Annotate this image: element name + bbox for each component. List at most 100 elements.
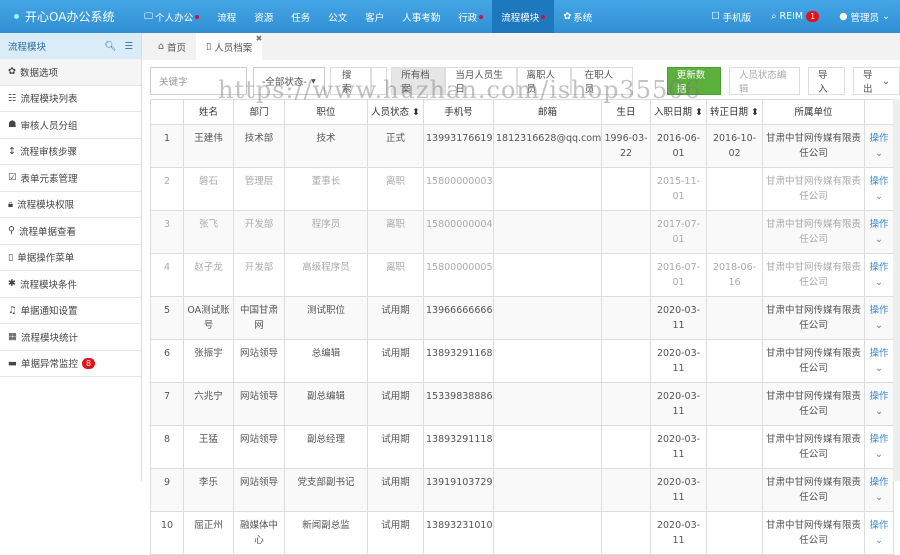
table-cell: 1812316628@qq.com: [493, 124, 602, 168]
action-menu-button[interactable]: 操作⌄: [869, 176, 888, 202]
column-header[interactable]: 入职日期 ⬍: [650, 99, 707, 125]
search-icon[interactable]: 🔍︎: [104, 41, 116, 52]
action-menu-button[interactable]: 操作⌄: [869, 133, 888, 159]
table-row[interactable]: 9 李乐 网站领导 党支部副书记 试用期 13919103729 2020-03-11 甘肃中…: [150, 468, 894, 512]
table-cell: 3: [150, 210, 184, 254]
refresh-button[interactable]: 更新数据: [666, 67, 721, 95]
column-header[interactable]: 人员状态 ⬍: [367, 99, 424, 125]
sidebar-item[interactable]: ✿ 数据选项: [0, 59, 141, 86]
nav-label: 客户: [365, 12, 385, 24]
nav-item[interactable]: 行政: [449, 0, 492, 33]
table-row[interactable]: 2 磐石 管理层 董事长 离职 15800000003 2015-11-01 甘肃中甘网传媒有…: [150, 167, 894, 211]
table-row[interactable]: 3 张飞 开发部 程序员 离职 15800000004 2017-07-01 甘肃中甘网传媒有…: [150, 210, 894, 254]
search-extra-button[interactable]: [370, 67, 388, 95]
nav-item[interactable]: 流程模块: [492, 0, 555, 33]
notify-dot: [541, 14, 546, 19]
reim-label: REIM: [779, 11, 804, 22]
sidebar-item[interactable]: ↕ 流程审核步骤: [0, 139, 141, 165]
filter-birthday[interactable]: 当月人员生日: [445, 67, 517, 95]
nav-item[interactable]: 流程: [208, 0, 245, 33]
column-header[interactable]: 转正日期 ⬍: [706, 99, 763, 125]
app-logo[interactable]: 开心OA办公系统: [0, 8, 135, 25]
nav-item[interactable]: 🖵︎ 个人办公: [135, 0, 208, 33]
filter-resigned[interactable]: 离职人员: [516, 67, 571, 95]
sidebar-item[interactable]: ✱ 流程模块条件: [0, 271, 141, 298]
nav-item[interactable]: 资源: [245, 0, 282, 33]
table-row[interactable]: 5 OA测试账号 中国甘肃网 测试职位 试用期 13966666666 2020-03-11…: [150, 296, 894, 340]
sidebar-item[interactable]: ☗ 审核人员分组: [0, 112, 141, 139]
close-icon[interactable]: ✖: [256, 34, 263, 43]
edit-status-button[interactable]: 人员状态编辑: [728, 67, 800, 95]
sidebar-item[interactable]: ☷ 流程模块列表: [0, 86, 141, 112]
sidebar-item[interactable]: ⚲ 流程单据查看: [0, 218, 141, 245]
nav-item[interactable]: ✿ 系统: [554, 0, 601, 33]
table-cell: 15800000003: [423, 167, 494, 211]
table-cell: 董事长: [284, 167, 368, 211]
table-cell: 开发部: [233, 210, 285, 254]
tab-label: 首页: [167, 42, 187, 54]
export-button[interactable]: 导出 ⌄: [853, 67, 900, 95]
nav-item[interactable]: 任务: [282, 0, 319, 33]
table-row[interactable]: 1 王建伟 技术部 技术 正式 13993176619 1812316628@qq.com 1…: [150, 124, 894, 168]
action-menu-button[interactable]: 操作⌄: [869, 520, 888, 546]
table-cell: 试用期: [367, 511, 424, 555]
action-cell: 操作⌄: [864, 296, 894, 340]
action-menu-button[interactable]: 操作⌄: [869, 434, 888, 460]
table-cell: 融媒体中心: [233, 511, 285, 555]
table-cell: 甘肃中甘网传媒有限责任公司: [762, 124, 865, 168]
table-cell: 开发部: [233, 253, 285, 297]
table-cell: [493, 425, 602, 469]
action-menu-button[interactable]: 操作⌄: [869, 391, 888, 417]
table-cell: 甘肃中甘网传媒有限责任公司: [762, 253, 865, 297]
tab-label: 人员档案: [214, 42, 253, 54]
nav-item[interactable]: 人事考勤: [393, 0, 449, 33]
action-menu-button[interactable]: 操作⌄: [869, 219, 888, 245]
sidebar-item[interactable]: ▯ 单据操作菜单: [0, 245, 141, 271]
table-cell: 2016-06-01: [650, 124, 707, 168]
menu-icon[interactable]: ☰: [124, 41, 133, 52]
sidebar-item[interactable]: ▦ 流程模块统计: [0, 324, 141, 351]
action-menu-button[interactable]: 操作⌄: [869, 262, 888, 288]
table-cell: [706, 511, 763, 555]
sidebar-item[interactable]: ☑ 表单元素管理: [0, 165, 141, 192]
column-header: 生日: [601, 99, 651, 125]
filter-all[interactable]: 所有档案: [391, 67, 446, 95]
scrollbar[interactable]: [893, 99, 900, 481]
status-select[interactable]: -全部状态- ▾: [252, 67, 325, 95]
action-menu-button[interactable]: 操作⌄: [869, 348, 888, 374]
table-cell: 15800000005: [423, 253, 494, 297]
mobile-link[interactable]: ☐ 手机版: [701, 0, 761, 33]
table-cell: 7: [150, 382, 184, 426]
table-row[interactable]: 7 六兆宁 网站领导 副总编辑 试用期 15339838886 2020-03-11 甘肃中甘…: [150, 382, 894, 426]
table-cell: 管理层: [233, 167, 285, 211]
table-cell: 程序员: [284, 210, 368, 254]
toolbar: 关键字 -全部状态- ▾ 搜索 所有档案 当月人员生日 离职人员 在职人员 更新数…: [150, 67, 900, 95]
nav-item[interactable]: 公文: [319, 0, 356, 33]
table-row[interactable]: 10 屈正州 融媒体中心 新闻副总监 试用期 13893231010 2020-03-11 甘…: [150, 511, 894, 555]
table-cell: 2016-10-02: [706, 124, 763, 168]
sidebar-item[interactable]: ♫ 单据通知设置: [0, 298, 141, 324]
keyword-input[interactable]: 关键字: [150, 67, 247, 95]
sidebar-item[interactable]: ▬ 单据异常监控 8: [0, 351, 141, 377]
nav-label: 行政: [458, 12, 478, 24]
import-button[interactable]: 导入: [807, 67, 846, 95]
user-menu[interactable]: ● 管理员 ⌄: [829, 0, 900, 33]
tab-home[interactable]: ⌂ 首页: [148, 33, 196, 60]
table-row[interactable]: 4 赵子龙 开发部 高级程序员 离职 15800000005 2016-07-01 2018-…: [150, 253, 894, 297]
tab-bar: ⌂ 首页 ▯ 人员档案 ✖: [142, 33, 900, 60]
table-cell: [493, 382, 602, 426]
table-cell: [493, 210, 602, 254]
search-button[interactable]: 搜索: [329, 67, 371, 95]
reim-link[interactable]: ⌕ REIM 1: [761, 0, 829, 33]
action-menu-button[interactable]: 操作⌄: [869, 305, 888, 331]
chat-icon: ⌕: [771, 11, 777, 22]
filter-employed[interactable]: 在职人员: [570, 67, 633, 95]
sidebar-item-label: 数据选项: [19, 67, 58, 79]
sidebar-badge: 8: [82, 357, 96, 369]
nav-item[interactable]: 客户: [356, 0, 393, 33]
table-cell: [706, 425, 763, 469]
table-row[interactable]: 8 王猛 网站领导 副总经理 试用期 13893291118 2020-03-11 甘肃中甘网…: [150, 425, 894, 469]
tab-personnel-files[interactable]: ▯ 人员档案 ✖: [196, 33, 263, 60]
sidebar-item[interactable]: 🔒︎ 流程模块权限: [0, 192, 141, 218]
table-row[interactable]: 6 张振宇 网站领导 总编辑 试用期 13893291168 2020-03-11 甘肃中甘网…: [150, 339, 894, 383]
